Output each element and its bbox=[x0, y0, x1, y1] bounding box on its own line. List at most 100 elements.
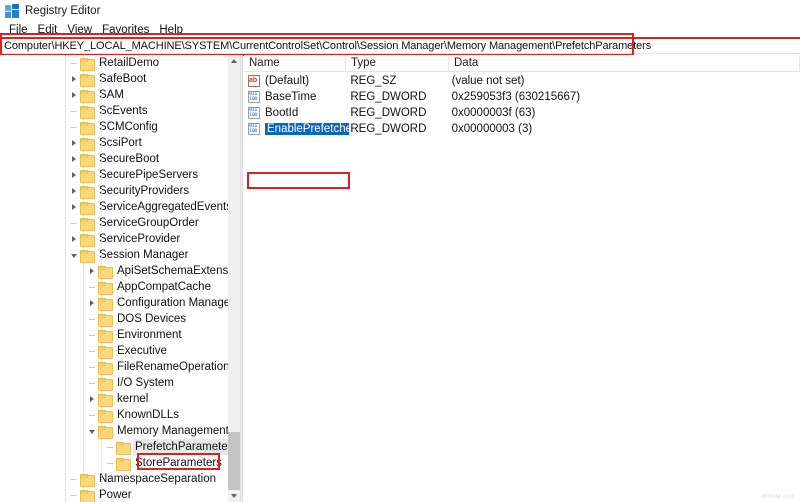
folder-icon bbox=[80, 154, 93, 165]
tree-node-label: Environment bbox=[115, 327, 184, 343]
folder-icon bbox=[116, 442, 129, 453]
tree-node[interactable]: ServiceProvider bbox=[0, 231, 228, 247]
value-data: 0x0000003f (63) bbox=[452, 105, 800, 121]
registry-values-pane[interactable]: Name Type Data ab(Default)REG_SZ(value n… bbox=[244, 55, 800, 502]
tree-node[interactable]: DOS Devices bbox=[0, 311, 228, 327]
scroll-up-icon[interactable] bbox=[228, 55, 240, 67]
registry-tree-pane[interactable]: RetailDemoSafeBootSAMScEventsSCMConfigSc… bbox=[0, 55, 240, 502]
tree-node[interactable]: Memory Management bbox=[0, 423, 228, 439]
folder-icon bbox=[80, 202, 93, 213]
column-header-name[interactable]: Name bbox=[244, 55, 346, 72]
tree-node[interactable]: SAM bbox=[0, 87, 228, 103]
tree-node-label: Power bbox=[97, 487, 134, 502]
tree-node[interactable]: ServiceGroupOrder bbox=[0, 215, 228, 231]
tree-node-label: I/O System bbox=[115, 375, 176, 391]
tree-connector-icon bbox=[68, 487, 80, 502]
tree-node[interactable]: StoreParameters bbox=[0, 455, 228, 471]
column-header-type[interactable]: Type bbox=[346, 55, 449, 72]
tree-node[interactable]: NamespaceSeparation bbox=[0, 471, 228, 487]
tree-connector-icon bbox=[86, 279, 98, 295]
chevron-right-icon[interactable] bbox=[68, 151, 80, 167]
tree-node-label: Session Manager bbox=[97, 247, 191, 263]
tree-connector-icon bbox=[104, 455, 116, 471]
tree-node[interactable]: Session Manager bbox=[0, 247, 228, 263]
tree-node[interactable]: ScsiPort bbox=[0, 135, 228, 151]
tree-node[interactable]: Configuration Manager bbox=[0, 295, 228, 311]
tree-node[interactable]: kernel bbox=[0, 391, 228, 407]
menu-item-favorites[interactable]: Favorites bbox=[97, 22, 154, 38]
tree-node[interactable]: AppCompatCache bbox=[0, 279, 228, 295]
tree-node[interactable]: Environment bbox=[0, 327, 228, 343]
value-name-text: BaseTime bbox=[265, 91, 316, 103]
tree-node[interactable]: SecurePipeServers bbox=[0, 167, 228, 183]
address-bar[interactable]: Computer\HKEY_LOCAL_MACHINE\SYSTEM\Curre… bbox=[0, 39, 800, 54]
value-type: REG_DWORD bbox=[349, 121, 451, 137]
tree-node-label: KnownDLLs bbox=[115, 407, 181, 423]
menu-item-file[interactable]: File bbox=[4, 22, 33, 38]
tree-node-label: Memory Management bbox=[115, 423, 231, 439]
dword-value-icon: 011100 bbox=[247, 91, 261, 103]
tree-node[interactable]: ServiceAggregatedEvents bbox=[0, 199, 228, 215]
value-row[interactable]: 011100BootIdREG_DWORD0x0000003f (63) bbox=[244, 105, 800, 121]
folder-icon bbox=[98, 314, 111, 325]
folder-icon bbox=[80, 170, 93, 181]
tree-connector-icon bbox=[68, 215, 80, 231]
value-name: (Default) bbox=[265, 73, 349, 89]
column-header-data[interactable]: Data bbox=[449, 55, 800, 72]
folder-icon bbox=[80, 58, 93, 69]
chevron-right-icon[interactable] bbox=[86, 391, 98, 407]
value-type: REG_SZ bbox=[349, 73, 451, 89]
tree-connector-icon bbox=[68, 55, 80, 71]
tree-node-label: ScEvents bbox=[97, 103, 150, 119]
menu-item-edit[interactable]: Edit bbox=[33, 22, 63, 38]
chevron-down-icon[interactable] bbox=[68, 247, 80, 263]
watermark: winsite.com bbox=[761, 494, 795, 500]
tree-node-label: ApiSetSchemaExtensions bbox=[115, 263, 240, 279]
value-row[interactable]: 011100EnablePrefetcherREG_DWORD0x0000000… bbox=[244, 121, 800, 137]
chevron-right-icon[interactable] bbox=[68, 183, 80, 199]
chevron-right-icon[interactable] bbox=[86, 295, 98, 311]
value-row[interactable]: 011100BaseTimeREG_DWORD0x259053f3 (63021… bbox=[244, 89, 800, 105]
folder-icon bbox=[98, 330, 111, 341]
tree-node[interactable]: RetailDemo bbox=[0, 55, 228, 71]
tree-node[interactable]: SCMConfig bbox=[0, 119, 228, 135]
tree-node-label: SecurityProviders bbox=[97, 183, 191, 199]
tree-scrollbar[interactable] bbox=[228, 55, 240, 502]
tree-node[interactable]: KnownDLLs bbox=[0, 407, 228, 423]
chevron-right-icon[interactable] bbox=[68, 199, 80, 215]
chevron-right-icon[interactable] bbox=[68, 167, 80, 183]
tree-connector-icon bbox=[104, 439, 116, 455]
address-path: Computer\HKEY_LOCAL_MACHINE\SYSTEM\Curre… bbox=[0, 40, 651, 52]
tree-node[interactable]: PrefetchParameters bbox=[0, 439, 228, 455]
chevron-down-icon[interactable] bbox=[86, 423, 98, 439]
tree-node[interactable]: Power bbox=[0, 487, 228, 502]
value-row[interactable]: ab(Default)REG_SZ(value not set) bbox=[244, 73, 800, 89]
chevron-right-icon[interactable] bbox=[68, 71, 80, 87]
tree-connector-icon bbox=[86, 375, 98, 391]
scroll-down-icon[interactable] bbox=[228, 490, 240, 502]
folder-icon bbox=[98, 346, 111, 357]
tree-node[interactable]: Executive bbox=[0, 343, 228, 359]
pane-splitter[interactable] bbox=[240, 55, 243, 502]
tree-node[interactable]: SecureBoot bbox=[0, 151, 228, 167]
chevron-right-icon[interactable] bbox=[68, 135, 80, 151]
tree-node[interactable]: SecurityProviders bbox=[0, 183, 228, 199]
menu-item-view[interactable]: View bbox=[62, 22, 97, 38]
tree-node[interactable]: FileRenameOperations bbox=[0, 359, 228, 375]
menu-item-help[interactable]: Help bbox=[154, 22, 188, 38]
folder-icon bbox=[80, 90, 93, 101]
tree-node[interactable]: I/O System bbox=[0, 375, 228, 391]
tree-node[interactable]: ScEvents bbox=[0, 103, 228, 119]
chevron-right-icon[interactable] bbox=[68, 87, 80, 103]
value-type: REG_DWORD bbox=[349, 89, 451, 105]
tree-node-label: SafeBoot bbox=[97, 71, 148, 87]
folder-icon bbox=[80, 74, 93, 85]
folder-icon bbox=[98, 394, 111, 405]
chevron-right-icon[interactable] bbox=[86, 263, 98, 279]
chevron-right-icon[interactable] bbox=[68, 231, 80, 247]
registry-tree: RetailDemoSafeBootSAMScEventsSCMConfigSc… bbox=[0, 55, 228, 502]
tree-connector-icon bbox=[86, 359, 98, 375]
tree-node[interactable]: ApiSetSchemaExtensions bbox=[0, 263, 228, 279]
tree-node[interactable]: SafeBoot bbox=[0, 71, 228, 87]
value-name-text: EnablePrefetcher bbox=[265, 123, 349, 135]
